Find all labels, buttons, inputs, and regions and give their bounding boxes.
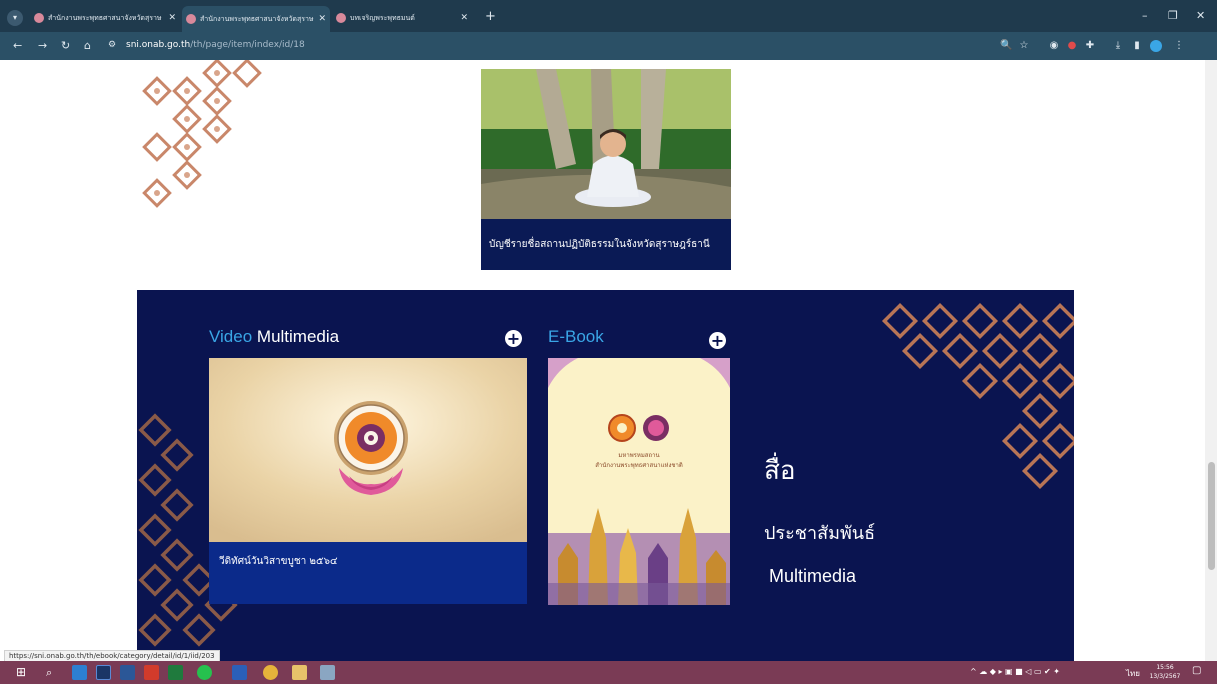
url-path: /th/page/item/index/id/18: [190, 40, 305, 50]
ebook-cover[interactable]: มหาพรหมสถาน สำนักงานพระพุทธศาสนาแห่งชาติ: [548, 358, 730, 605]
browser-tab-1[interactable]: สำนักงานพระพุทธศาสนาจังหวัดสุราษ ✕: [30, 8, 180, 28]
taskbar-app-icon[interactable]: [120, 665, 135, 680]
meditating-child-image: [481, 69, 731, 219]
video-thumbnail: [209, 358, 527, 542]
notification-center-icon[interactable]: ▢: [1192, 665, 1201, 676]
tab-title: สำนักงานพระพุทธศาสนาจังหวัดสุราษ: [200, 15, 314, 23]
site-favicon-icon: [186, 14, 196, 24]
ebook-cover-art: [548, 358, 730, 605]
taskbar-chrome-icon[interactable]: [263, 665, 278, 680]
url-host: sni.onab.go.th: [126, 40, 191, 50]
close-tab-icon[interactable]: ✕: [318, 6, 326, 32]
media-heading-line3: Multimedia: [769, 566, 857, 586]
system-tray-icons[interactable]: ^ ☁ ◆ ▸ ▣ ■ ◁ ▭ ✔ ✦: [970, 667, 1060, 676]
zoom-icon[interactable]: 🔍: [1000, 40, 1012, 52]
new-tab-icon[interactable]: +: [485, 9, 496, 24]
tab-title: บทเจริญพระพุทธมนต์: [350, 14, 415, 22]
side-panel-icon[interactable]: ▮: [1131, 40, 1143, 52]
clock-date: 13/3/2567: [1149, 673, 1181, 680]
extension-red-icon[interactable]: ●: [1066, 40, 1078, 52]
thai-pattern-ornament-top: [142, 60, 262, 208]
browser-tab-3[interactable]: บทเจริญพระพุทธมนต์ ✕: [332, 8, 472, 28]
ebook-more-plus-icon[interactable]: +: [709, 332, 726, 349]
video-multimedia-heading: Video Multimedia: [209, 327, 340, 346]
profile-avatar-icon[interactable]: [1150, 40, 1162, 52]
browser-tab-2-active[interactable]: สำนักงานพระพุทธศาสนาจังหวัดสุราษ ✕: [182, 6, 330, 32]
practice-centers-caption: บัญชีรายชื่อสถานปฏิบัติธรรมในจังหวัดสุรา…: [489, 239, 710, 250]
address-bar[interactable]: sni.onab.go.th/th/page/item/index/id/18: [126, 40, 305, 50]
back-icon[interactable]: ←: [13, 39, 22, 52]
windows-start-icon[interactable]: ⊞: [16, 665, 31, 680]
site-info-icon[interactable]: ⚙: [108, 40, 120, 52]
home-icon[interactable]: ⌂: [84, 39, 91, 52]
video-more-plus-icon[interactable]: +: [505, 330, 522, 347]
tab-search-icon[interactable]: ▾: [7, 10, 23, 26]
taskbar-app-icon-2[interactable]: [320, 665, 335, 680]
site-favicon-icon: [34, 13, 44, 23]
taskbar-clock[interactable]: 15:56 13/3/2567: [1148, 663, 1182, 681]
extension-icon[interactable]: ◉: [1048, 40, 1060, 52]
web-page: บัญชีรายชื่อสถานปฏิบัติธรรมในจังหวัดสุรา…: [0, 60, 1205, 661]
tab-title: สำนักงานพระพุทธศาสนาจังหวัดสุราษ: [48, 14, 162, 22]
screen: ▾ สำนักงานพระพุทธศาสนาจังหวัดสุราษ ✕ สำน…: [0, 0, 1217, 684]
taskbar-search-icon[interactable]: ⌕: [46, 665, 61, 680]
scrollbar-thumb[interactable]: [1208, 462, 1215, 570]
windows-taskbar: ⊞ ⌕ ^ ☁ ◆ ▸ ▣ ■ ◁ ▭ ✔ ✦ ไทย 15:56 13/3/2…: [0, 661, 1217, 684]
minimize-icon[interactable]: –: [1142, 9, 1148, 22]
input-language[interactable]: ไทย: [1126, 667, 1140, 680]
download-icon[interactable]: ⤓: [1112, 40, 1124, 52]
close-tab-icon[interactable]: ✕: [168, 8, 176, 28]
clock-time: 15:56: [1156, 664, 1174, 671]
taskbar-line-icon[interactable]: [197, 665, 212, 680]
taskbar-explorer-icon[interactable]: [292, 665, 307, 680]
browser-toolbar: ← → ↻ ⌂ ⚙ sni.onab.go.th/th/page/item/in…: [0, 32, 1217, 60]
multimedia-section: Video Multimedia + วีดิทัศน์วันวิสาขบูชา…: [137, 290, 1074, 661]
thai-pattern-ornament-right: [881, 302, 1074, 490]
video-caption: วีดิทัศน์วันวิสาขบูชา ๒๕๖๔: [219, 556, 338, 567]
site-favicon-icon: [336, 13, 346, 23]
video-card[interactable]: วีดิทัศน์วันวิสาขบูชา ๒๕๖๔: [209, 358, 527, 604]
restore-icon[interactable]: ❐: [1168, 9, 1178, 22]
browser-tab-bar: ▾ สำนักงานพระพุทธศาสนาจังหวัดสุราษ ✕ สำน…: [0, 0, 1217, 32]
bookmark-star-icon[interactable]: ☆: [1018, 40, 1030, 52]
menu-kebab-icon[interactable]: ⋮: [1173, 40, 1185, 52]
reload-icon[interactable]: ↻: [61, 39, 70, 52]
practice-centers-card[interactable]: บัญชีรายชื่อสถานปฏิบัติธรรมในจังหวัดสุรา…: [481, 69, 731, 270]
taskbar-photoshop-icon[interactable]: [96, 665, 111, 680]
ebook-cover-title: มหาพรหมสถาน สำนักงานพระพุทธศาสนาแห่งชาติ: [595, 452, 683, 469]
taskbar-acrobat-icon[interactable]: [144, 665, 159, 680]
taskbar-mail-icon[interactable]: [72, 665, 87, 680]
close-tab-icon[interactable]: ✕: [460, 8, 468, 28]
page-scrollbar[interactable]: [1205, 60, 1217, 661]
forward-icon[interactable]: →: [38, 39, 47, 52]
ebook-heading: E-Book: [548, 327, 604, 346]
taskbar-excel-icon[interactable]: [168, 665, 183, 680]
window-close-icon[interactable]: ✕: [1196, 9, 1205, 22]
media-heading-line2: ประชาสัมพันธ์: [764, 523, 876, 543]
media-heading-line1: สื่อ: [764, 455, 796, 485]
taskbar-word-icon[interactable]: [232, 665, 247, 680]
extensions-puzzle-icon[interactable]: ✚: [1084, 40, 1096, 52]
